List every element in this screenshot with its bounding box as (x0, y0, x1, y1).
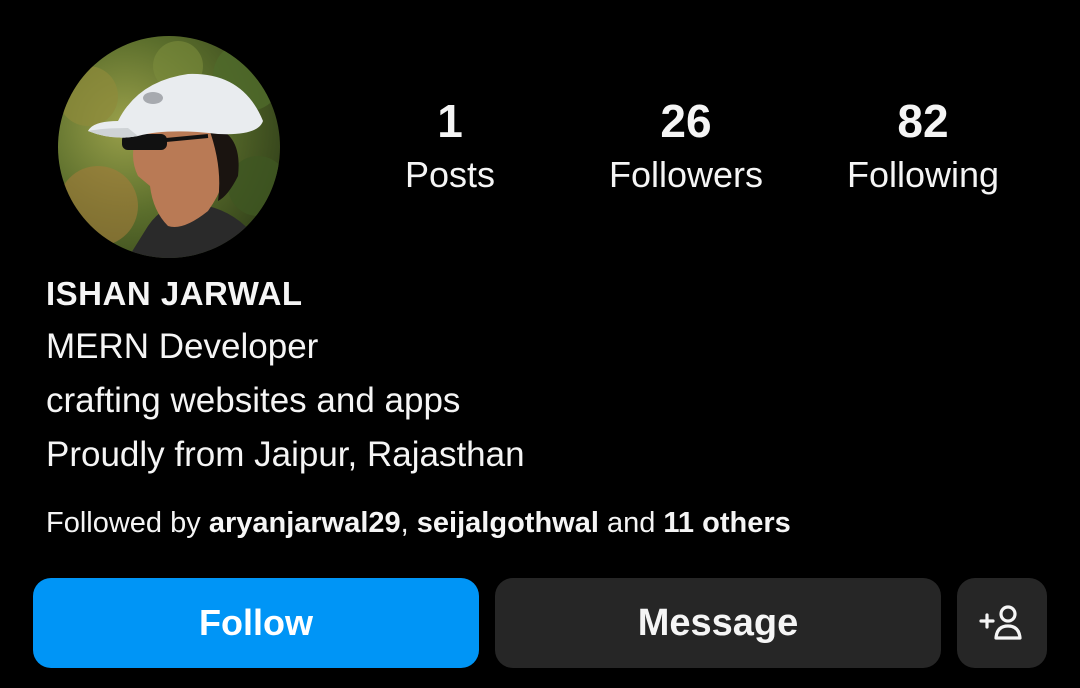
posts-label: Posts (404, 154, 496, 195)
profile-stats: 1 Posts 26 Followers 82 Following (330, 92, 1050, 212)
add-user-icon (979, 605, 1022, 640)
mutual-follower-2[interactable]: seijalgothwal (417, 507, 599, 539)
followed-by-separator: , (400, 507, 417, 539)
message-button[interactable]: Message (495, 578, 941, 668)
mutual-follower-1[interactable]: aryanjarwal29 (209, 507, 401, 539)
posts-count: 1 (437, 95, 463, 147)
following-count: 82 (897, 95, 949, 147)
followed-by-and: and (598, 507, 664, 539)
suggested-users-button[interactable] (957, 578, 1047, 668)
mutual-followers-others[interactable]: 11 others (663, 507, 790, 539)
posts-stat[interactable]: 1 Posts (340, 92, 560, 200)
profile-name: ISHAN JARWAL (46, 275, 303, 312)
profile-avatar[interactable] (58, 36, 280, 258)
following-stat[interactable]: 82 Following (813, 92, 1033, 200)
followers-label: Followers (608, 154, 764, 195)
following-label: Following (846, 154, 1000, 195)
profile-photo (58, 36, 280, 258)
bio-line: crafting websites and apps (46, 381, 461, 420)
bio-line: MERN Developer (46, 327, 319, 366)
followers-stat[interactable]: 26 Followers (576, 92, 796, 200)
followers-count: 26 (660, 95, 712, 147)
followed-by[interactable]: Followed by aryanjarwal29, seijalgothwal… (46, 502, 791, 544)
follow-button[interactable]: Follow (33, 578, 479, 668)
followed-by-prefix: Followed by (46, 507, 209, 539)
message-button-label: Message (637, 601, 799, 644)
follow-button-label: Follow (199, 602, 313, 643)
bio-line: Proudly from Jaipur, Rajasthan (46, 435, 525, 474)
profile-bio: ISHAN JARWAL MERN Developer crafting web… (46, 268, 1046, 482)
